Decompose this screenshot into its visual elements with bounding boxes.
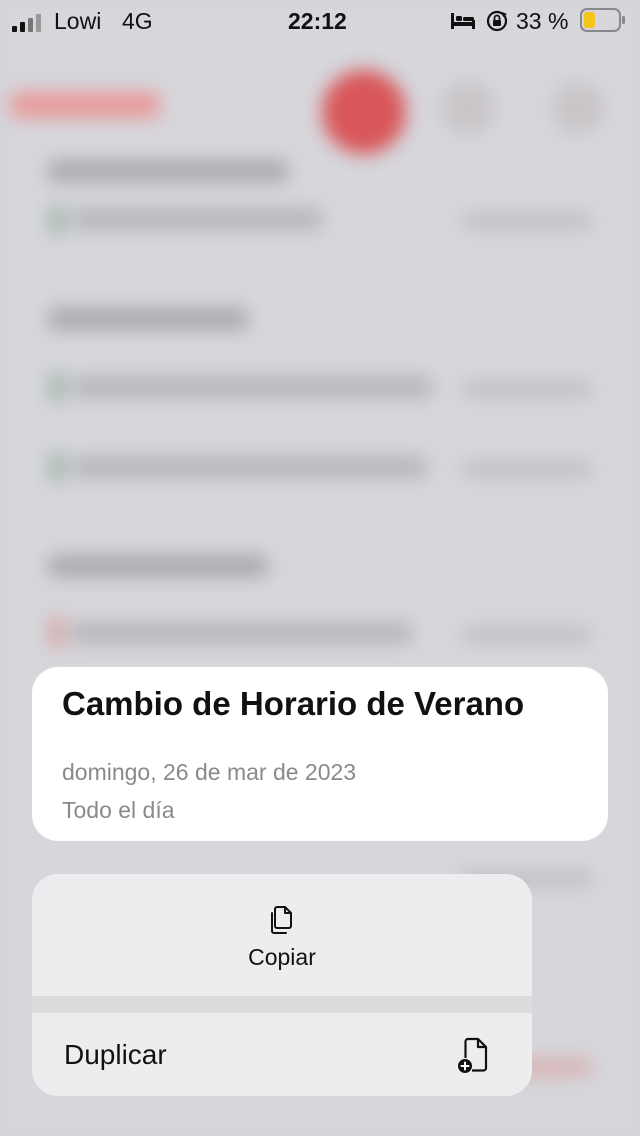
duplicate-icon [458, 1037, 488, 1073]
menu-divider [32, 996, 532, 1013]
battery-percentage: 33 % [516, 8, 569, 34]
battery-icon [580, 8, 625, 32]
carrier-name: Lowi [54, 8, 102, 34]
status-time: 22:12 [288, 8, 347, 34]
background-row-time [462, 212, 592, 230]
bed-icon [451, 13, 475, 29]
background-today-circle [322, 70, 406, 154]
signal-icon [12, 12, 41, 32]
background-header-button [442, 82, 494, 134]
event-date: domingo, 26 de mar de 2023 [62, 759, 357, 785]
background-row-text [72, 456, 427, 478]
background-header-text [10, 92, 160, 118]
event-title: Cambio de Horario de Verano [62, 685, 525, 722]
background-header-button [552, 82, 604, 134]
background-row-marker [50, 452, 64, 482]
background-row-marker [50, 205, 64, 235]
status-bar: Lowi 4G 22:12 33 % [0, 0, 640, 42]
background-row-text [72, 208, 322, 230]
network-type: 4G [122, 8, 153, 34]
copy-icon [271, 906, 292, 934]
background-row-time [462, 380, 592, 398]
copy-label: Copiar [248, 944, 316, 970]
background-row-marker [50, 372, 64, 402]
background-section-header [48, 308, 248, 330]
orientation-lock-icon [486, 10, 508, 32]
duplicate-button[interactable]: Duplicar [32, 1013, 532, 1096]
background-row-text [72, 376, 432, 398]
copy-button[interactable]: Copiar [32, 874, 532, 996]
context-menu: Copiar Duplicar [32, 874, 532, 1096]
background-row-text [72, 622, 412, 644]
background-row-time [462, 626, 592, 644]
event-all-day-label: Todo el día [62, 797, 175, 823]
background-row-marker [50, 617, 64, 647]
background-section-header [48, 160, 288, 182]
background-row-time [462, 460, 592, 478]
duplicate-label: Duplicar [64, 1039, 167, 1070]
event-preview-card: Cambio de Horario de Verano domingo, 26 … [32, 667, 608, 841]
background-section-header [48, 555, 268, 577]
